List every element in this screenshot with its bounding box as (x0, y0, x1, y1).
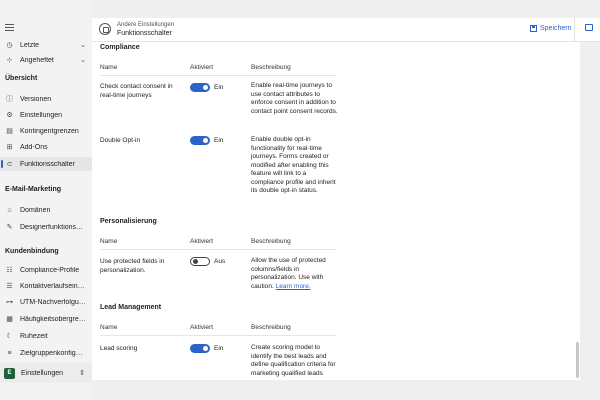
sidebar-item-contact-history[interactable]: ☰ Kontaktverlaufseinst... (0, 279, 92, 293)
history-icon: ☰ (6, 282, 13, 290)
sidebar-section-email: E-Mail-Marketing (5, 186, 62, 193)
gear-icon: ⚙ (6, 111, 13, 119)
grid-add-icon: ⊞ (6, 143, 13, 151)
feature-description: Enable real-time journeys to use contact… (251, 82, 338, 115)
feature-name: Lead scoring (100, 345, 138, 352)
feature-description: Allow the use of protected columns/field… (251, 257, 339, 291)
table-divider (100, 249, 336, 250)
sidebar-item-label: Compliance-Profile (20, 266, 80, 274)
feature-name: Use protected fields in personalization. (100, 258, 165, 274)
table-divider (100, 75, 336, 76)
sidebar-item-utm-tracking[interactable]: ⊶ UTM-Nachverfolgung (0, 295, 92, 309)
col-header-description: Beschreibung (251, 238, 291, 245)
save-button-label: Speichern (540, 25, 572, 32)
sidebar-item-settings[interactable]: ⚙ Einstellungen (0, 108, 92, 122)
toggle-double-opt-in[interactable] (190, 136, 210, 145)
sidebar-item-quota-limits[interactable]: ▤ Kontingentgrenzen (0, 124, 92, 138)
chevron-down-icon: ⌄ (80, 57, 86, 64)
sidebar-item-versions[interactable]: ⓘ Versionen (0, 92, 92, 106)
col-header-description: Beschreibung (251, 64, 291, 71)
designer-icon: ✎ (6, 223, 13, 231)
compliance-icon: ☷ (6, 266, 13, 274)
chat-icon[interactable] (585, 24, 593, 31)
sidebar-section-overview: Übersicht (5, 75, 38, 82)
sidebar-item-label: Designerfunktionssc... (20, 223, 86, 231)
save-icon (530, 25, 537, 32)
sidebar-item-label: Kontingentgrenzen (20, 127, 79, 135)
sidebar-section-customer: Kundenbindung (5, 248, 59, 255)
sidebar-item-label: Add-Ons (20, 143, 48, 151)
chevron-down-icon: ⌄ (80, 42, 86, 49)
feature-name: Check contact consent in real-time journ… (100, 83, 173, 99)
pin-icon: ⊹ (6, 56, 13, 64)
col-header-name: Name (100, 324, 118, 331)
feature-description: Enable double opt-in functionality for r… (251, 136, 336, 194)
breadcrumb: Andere Einstellungen (117, 22, 175, 28)
feature-name: Double Opt-in (100, 137, 141, 144)
domain-icon: ⌂ (7, 206, 12, 214)
hamburger-menu-icon[interactable] (5, 24, 14, 31)
toggle-state: Aus (214, 258, 226, 265)
sidebar-item-frequency-cap[interactable]: ▦ Häufigkeitsobergrenze (0, 312, 92, 326)
area-label: Einstellungen (21, 369, 64, 377)
sidebar-item-recent[interactable]: ◷ Letzte ⌄ (0, 38, 92, 52)
sidebar-item-pinned[interactable]: ⊹ Angeheftet ⌄ (0, 53, 92, 67)
sidebar-item-label: Funktionsschalter (20, 160, 75, 168)
section-title-lead-management: Lead Management (100, 304, 162, 311)
sidebar-item-label: Versionen (20, 95, 52, 103)
chevron-updown-icon: ⇕ (79, 370, 85, 377)
sidebar-item-quiet-time[interactable]: ☾ Ruhezeit (0, 329, 92, 343)
toggle-icon: ⊂ (6, 160, 13, 168)
toggle-state: Ein (214, 137, 224, 144)
area-switcher[interactable]: E Einstellungen ⇕ (0, 363, 92, 383)
calendar-icon: ▦ (6, 315, 13, 323)
col-header-active: Aktiviert (190, 238, 214, 245)
sidebar-item-designer-features[interactable]: ✎ Designerfunktionssc... (0, 220, 92, 234)
section-title-personalization: Personalisierung (100, 218, 157, 225)
toggle-protected-fields[interactable] (190, 257, 210, 266)
sidebar-item-domains[interactable]: ⌂ Domänen (0, 203, 92, 217)
settings-page-icon (99, 23, 111, 35)
page-header: Andere Einstellungen Funktionsschalter S… (92, 18, 600, 42)
sidebar-item-label: Zielgruppenkonfigur... (20, 349, 86, 357)
col-header-active: Aktiviert (190, 324, 214, 331)
learn-more-link[interactable]: Learn more. (276, 283, 311, 290)
toggle-state: Ein (214, 84, 224, 91)
sidebar-item-compliance-profiles[interactable]: ☷ Compliance-Profile (0, 263, 92, 277)
toggle-check-contact-consent[interactable] (190, 83, 210, 92)
table-divider (100, 335, 336, 336)
sidebar-item-label: Domänen (20, 206, 51, 214)
left-nav: ◷ Letzte ⌄ ⊹ Angeheftet ⌄ Übersicht ⓘ Ve… (0, 0, 92, 400)
sidebar-item-feature-switches[interactable]: ⊂ Funktionsschalter (0, 157, 92, 171)
sidebar-item-audience-config[interactable]: ≡ Zielgruppenkonfigur... (0, 346, 92, 360)
section-title-compliance: Compliance (100, 44, 140, 51)
audience-icon: ≡ (7, 349, 12, 357)
sidebar-item-addons[interactable]: ⊞ Add-Ons (0, 140, 92, 154)
toggle-state: Ein (214, 345, 224, 352)
gauge-icon: ▤ (6, 127, 13, 135)
save-button[interactable]: Speichern (530, 25, 572, 32)
col-header-active: Aktiviert (190, 64, 214, 71)
info-icon: ⓘ (6, 95, 13, 103)
link-icon: ⊶ (6, 298, 13, 306)
sidebar-item-label: Ruhezeit (20, 332, 48, 340)
feature-switch-content: Compliance Name Aktiviert Beschreibung C… (92, 42, 580, 380)
col-header-name: Name (100, 64, 118, 71)
col-header-name: Name (100, 238, 118, 245)
feature-description: Create scoring model to identify the bes… (251, 344, 336, 377)
area-badge: E (4, 367, 15, 379)
vertical-scrollbar[interactable] (576, 342, 579, 378)
toggle-lead-scoring[interactable] (190, 344, 210, 353)
sidebar-item-label: UTM-Nachverfolgung (20, 298, 86, 306)
header-divider (574, 18, 575, 42)
sleep-icon: ☾ (6, 332, 13, 340)
clock-icon: ◷ (6, 41, 13, 49)
sidebar-item-label: Häufigkeitsobergrenze (20, 315, 86, 323)
sidebar-item-label: Angeheftet (20, 56, 54, 64)
sidebar-item-label: Letzte (20, 41, 40, 49)
sidebar-item-label: Kontaktverlaufseinst... (20, 282, 86, 290)
col-header-description: Beschreibung (251, 324, 291, 331)
page-title: Funktionsschalter (117, 30, 172, 37)
sidebar-item-label: Einstellungen (20, 111, 63, 119)
